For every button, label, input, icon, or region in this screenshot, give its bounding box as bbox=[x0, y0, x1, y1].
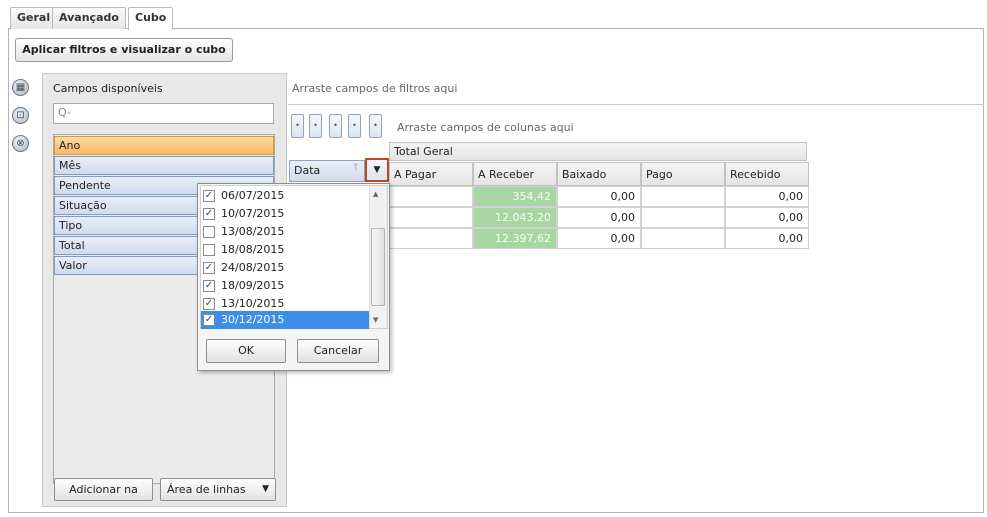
scroll-down-icon[interactable]: ▼ bbox=[373, 316, 378, 324]
table-cell bbox=[641, 207, 725, 228]
table-cell: 0,00 bbox=[557, 186, 641, 207]
field-list-title: Campos disponíveis bbox=[53, 82, 163, 95]
checkbox[interactable]: ✓ bbox=[203, 262, 215, 274]
checkbox[interactable]: ✓ bbox=[203, 298, 215, 310]
grand-total-header: Total Geral bbox=[389, 142, 807, 161]
table-cell bbox=[641, 186, 725, 207]
table-cell: 12.043,20 bbox=[473, 207, 557, 228]
layout-button-3[interactable]: • bbox=[329, 114, 342, 138]
filter-drop-zone: Arraste campos de filtros aqui bbox=[292, 82, 458, 95]
export-icon[interactable]: ⊡ bbox=[12, 107, 29, 124]
column-header[interactable]: Pago bbox=[641, 162, 725, 186]
table-cell: 354,42 bbox=[473, 186, 557, 207]
filter-item-selected[interactable]: 30/12/2015 bbox=[201, 311, 369, 329]
checkbox[interactable]: ✓ bbox=[203, 314, 215, 326]
sort-up-icon: ↑ bbox=[352, 163, 360, 173]
layout-button-1[interactable]: • bbox=[291, 114, 304, 138]
grid-icon[interactable]: ▦ bbox=[12, 79, 29, 96]
table-cell: 0,00 bbox=[725, 207, 809, 228]
cancel-button[interactable]: Cancelar bbox=[297, 339, 379, 363]
table-cell: 12.397,62 bbox=[473, 228, 557, 249]
filter-item[interactable]: 24/08/2015 bbox=[201, 259, 369, 277]
chart-icon[interactable]: ⊗ bbox=[12, 135, 29, 152]
filter-item[interactable]: 18/09/2015 bbox=[201, 277, 369, 295]
column-header[interactable]: A Pagar bbox=[389, 162, 473, 186]
chevron-down-icon: ▼ bbox=[262, 484, 269, 494]
apply-filters-button[interactable]: Aplicar filtros e visualizar o cubo bbox=[15, 38, 233, 62]
checkbox[interactable]: ✓ bbox=[203, 208, 215, 220]
table-cell bbox=[641, 228, 725, 249]
table-cell bbox=[389, 228, 473, 249]
table-cell bbox=[389, 186, 473, 207]
divider bbox=[288, 104, 984, 105]
ok-button[interactable]: OK bbox=[206, 339, 286, 363]
filter-item[interactable]: 06/07/2015 bbox=[201, 187, 369, 205]
field-search-input[interactable]: Q- bbox=[53, 103, 274, 124]
filter-item[interactable]: 10/07/2015 bbox=[201, 205, 369, 223]
checkbox[interactable] bbox=[203, 226, 215, 238]
area-select[interactable]: Área de linhas ▼ bbox=[160, 478, 276, 501]
column-header[interactable]: Baixado bbox=[557, 162, 641, 186]
field-item-ano[interactable]: Ano bbox=[54, 136, 274, 155]
checkbox[interactable]: ✓ bbox=[203, 190, 215, 202]
scroll-up-icon[interactable]: ▲ bbox=[373, 190, 378, 198]
checkbox[interactable] bbox=[203, 244, 215, 256]
column-header[interactable]: A Receber bbox=[473, 162, 557, 186]
layout-button-5[interactable]: • bbox=[369, 114, 382, 138]
table-cell: 0,00 bbox=[557, 207, 641, 228]
scrollbar-thumb[interactable] bbox=[371, 228, 385, 306]
tab-geral[interactable]: Geral bbox=[10, 7, 58, 29]
filter-dropdown-button[interactable]: ▼ bbox=[365, 158, 389, 182]
filter-item[interactable]: 13/08/2015 bbox=[201, 223, 369, 241]
tab-avancado[interactable]: Avançado bbox=[52, 7, 126, 29]
area-select-value: Área de linhas bbox=[167, 483, 246, 496]
tab-cubo[interactable]: Cubo bbox=[128, 7, 174, 30]
column-drop-zone: Arraste campos de colunas aqui bbox=[397, 121, 574, 134]
add-to-area-button[interactable]: Adicionar na bbox=[54, 478, 153, 501]
layout-button-2[interactable]: • bbox=[309, 114, 322, 138]
table-cell: 0,00 bbox=[725, 228, 809, 249]
layout-button-4[interactable]: • bbox=[348, 114, 361, 138]
checkbox[interactable]: ✓ bbox=[203, 280, 215, 292]
filter-item[interactable]: 18/08/2015 bbox=[201, 241, 369, 259]
table-cell: 0,00 bbox=[725, 186, 809, 207]
table-cell: 0,00 bbox=[557, 228, 641, 249]
column-header[interactable]: Recebido bbox=[725, 162, 809, 186]
field-item-mes[interactable]: Mês bbox=[54, 156, 274, 175]
table-cell bbox=[389, 207, 473, 228]
